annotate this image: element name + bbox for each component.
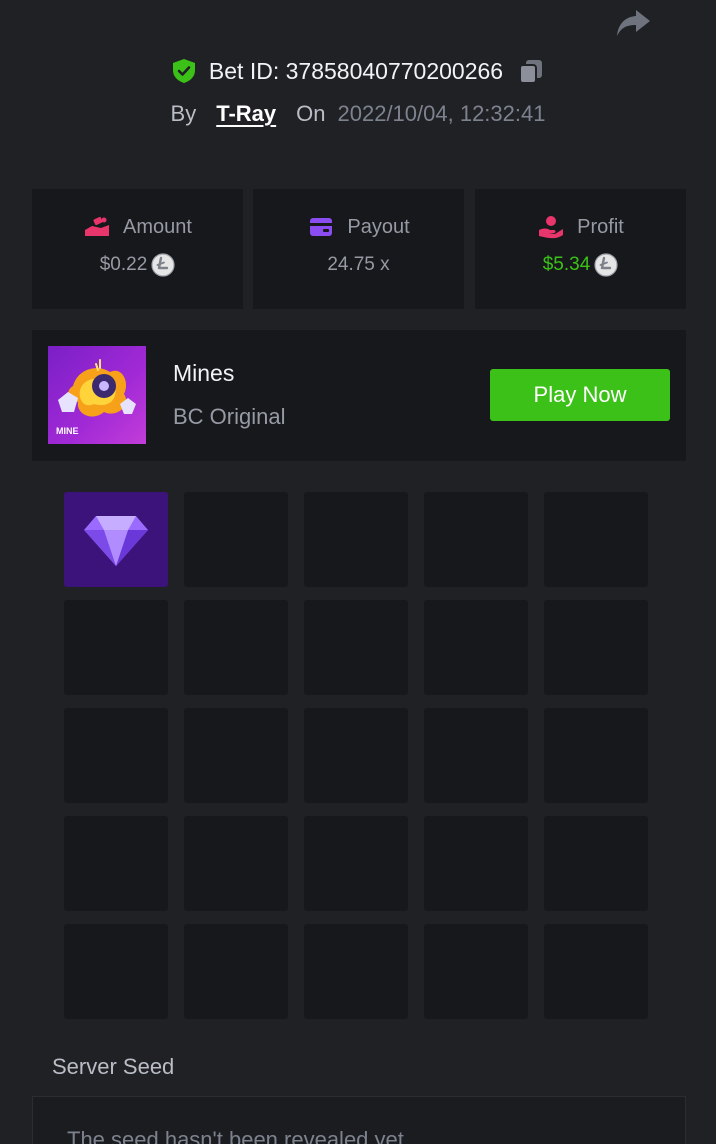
card-icon	[310, 218, 333, 236]
on-label: On	[296, 101, 326, 126]
mines-board	[64, 492, 648, 1020]
server-seed-text: The seed hasn't been revealed yet	[67, 1127, 404, 1144]
board-tile	[424, 924, 528, 1019]
amount-value: $0.22	[99, 254, 148, 275]
profit-label: Profit	[577, 215, 624, 238]
board-tile	[64, 708, 168, 803]
board-tile	[304, 924, 408, 1019]
board-tile	[64, 924, 168, 1019]
author-row: By T-Ray On 2022/10/04, 12:32:41	[0, 98, 716, 130]
litecoin-icon	[151, 253, 175, 277]
board-tile	[424, 492, 528, 587]
board-tile	[304, 600, 408, 695]
board-tile	[424, 600, 528, 695]
board-tile	[544, 816, 648, 911]
by-label: By	[170, 101, 197, 126]
amount-label: Amount	[123, 215, 192, 238]
board-tile	[304, 492, 408, 587]
bet-id-text: Bet ID: 37858040770200266	[208, 57, 504, 84]
board-tile	[544, 600, 648, 695]
play-now-button[interactable]: Play Now	[490, 369, 670, 421]
board-tile	[304, 708, 408, 803]
bet-id-row: Bet ID: 37858040770200266	[0, 54, 716, 88]
profit-card: Profit $5.34	[475, 189, 686, 309]
thumb-label: MINE	[56, 426, 79, 436]
server-seed-box: The seed hasn't been revealed yet	[32, 1096, 686, 1144]
bet-detail-page: Bet ID: 37858040770200266 By T-Ray On 20…	[0, 0, 716, 1144]
payout-card: Payout 24.75 x	[253, 189, 464, 309]
board-tile	[64, 600, 168, 695]
game-thumbnail[interactable]: MINE	[48, 346, 146, 444]
hand-heart-icon	[539, 216, 564, 239]
board-tile	[184, 708, 288, 803]
shield-check-icon	[172, 59, 195, 83]
game-name: Mines	[173, 360, 235, 386]
board-tile	[304, 816, 408, 911]
board-tile-gem	[64, 492, 168, 587]
stats-row: Amount $0.22 Payout 24.75 x Profit $5.34	[32, 189, 686, 309]
litecoin-icon	[594, 253, 618, 277]
hand-coins-icon	[85, 216, 110, 236]
payout-value: 24.75 x	[327, 254, 390, 275]
copy-icon[interactable]	[517, 57, 545, 85]
gem-icon	[84, 515, 148, 566]
share-icon[interactable]	[614, 6, 654, 40]
board-tile	[544, 924, 648, 1019]
board-tile	[184, 492, 288, 587]
amount-card: Amount $0.22	[32, 189, 243, 309]
board-tile	[544, 708, 648, 803]
game-provider: BC Original	[173, 404, 286, 429]
bet-datetime: 2022/10/04, 12:32:41	[337, 101, 546, 126]
board-tile	[544, 492, 648, 587]
payout-label: Payout	[347, 215, 410, 238]
board-tile	[184, 600, 288, 695]
username-link[interactable]: T-Ray	[216, 101, 276, 127]
board-tile	[424, 708, 528, 803]
game-card: MINE Mines BC Original Play Now	[32, 330, 686, 461]
board-tile	[184, 816, 288, 911]
board-tile	[424, 816, 528, 911]
server-seed-label: Server Seed	[52, 1054, 175, 1079]
profit-value: $5.34	[542, 254, 591, 275]
board-tile	[184, 924, 288, 1019]
board-tile	[64, 816, 168, 911]
